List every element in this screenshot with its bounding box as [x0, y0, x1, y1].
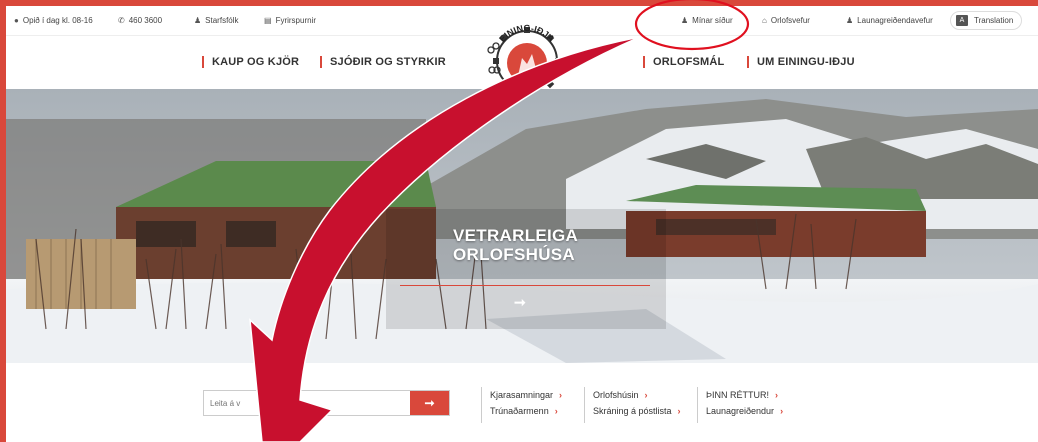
quick-link-thinn-rettur[interactable]: ÞINN RÉTTUR! › [706, 387, 783, 403]
my-pages-text: Mínar síður [692, 16, 733, 25]
my-pages-link[interactable]: ♟ Mínar síður [681, 16, 733, 25]
quick-links-column-1: Kjarasamningar › Trúnaðarmenn › [481, 387, 562, 423]
quick-link-label: Orlofshúsin [593, 390, 639, 400]
quick-links-column-3: ÞINN RÉTTUR! › Launagreiðendur › [697, 387, 783, 423]
phone-link[interactable]: ✆ 460 3600 [118, 16, 162, 25]
translation-text: Translation [974, 16, 1014, 25]
translation-button[interactable]: A Translation [950, 11, 1022, 30]
quick-link-label: ÞINN RÉTTUR! [706, 390, 769, 400]
inquiries-text: Fyrirspurnir [275, 16, 317, 25]
employer-web-text: Launagreiðendavefur [857, 16, 933, 25]
employer-web-link[interactable]: ♟ Launagreiðendavefur [846, 16, 933, 25]
quick-link-launagreidendur[interactable]: Launagreiðendur › [706, 403, 783, 419]
hero-title-line-2: ORLOFSHÚSA [453, 245, 575, 264]
hero-arrow-icon[interactable]: ➞ [514, 294, 526, 311]
quick-link-skraning-a-postlista[interactable]: Skráning á póstlista › [593, 403, 681, 419]
chevron-right-icon: › [677, 406, 681, 416]
quick-link-label: Launagreiðendur [706, 406, 775, 416]
holiday-web-link[interactable]: ⌂ Orlofsvefur [762, 16, 810, 25]
form-icon: ▤ [264, 16, 272, 25]
logo-center [507, 43, 547, 83]
quick-link-label: Trúnaðarmenn [490, 406, 549, 416]
quick-links-area: ➞ Kjarasamningar› Trúnaðarmenn› Orlofshú… [6, 363, 1038, 442]
search-button[interactable]: ➞ [410, 391, 449, 415]
hero-title-line-1: VETRARLEIGA [453, 226, 579, 245]
chevron-right-icon: › [644, 390, 648, 400]
staff-text: Starfsfólk [205, 16, 239, 25]
nav-item-orlofsmal[interactable]: ORLOFSMÁL [643, 56, 724, 68]
quick-link-kjarasamningar[interactable]: Kjarasamningar › [490, 387, 562, 403]
chevron-right-icon: › [775, 390, 778, 400]
chevron-right-icon: › [559, 390, 563, 400]
hero-divider [400, 285, 650, 286]
opening-hours-text: Opið í dag kl. 08-16 [22, 16, 93, 25]
quick-link-trunadarmenn[interactable]: Trúnaðarmenn › [490, 403, 562, 419]
quick-links-column-2: Orlofshúsin › Skráning á póstlista › [584, 387, 681, 423]
search-input[interactable] [204, 391, 410, 415]
person-icon: ♟ [194, 16, 202, 25]
nav-item-kaup-og-kjor[interactable]: KAUP OG KJÖR [202, 56, 299, 68]
translate-icon: A [956, 15, 968, 26]
web-page: ● Opið í dag kl. 08-16 ✆ 460 3600 ♟ Star… [6, 6, 1038, 442]
quick-link-orlofshusin[interactable]: Orlofshúsin › [593, 387, 681, 403]
union-logo[interactable]: EINING-IÐJA [486, 18, 568, 100]
holiday-web-text: Orlofsvefur [770, 16, 810, 25]
users-icon: ♟ [846, 16, 854, 25]
arrow-right-icon: ➞ [424, 396, 435, 410]
home-icon: ⌂ [762, 16, 767, 25]
chevron-right-icon: › [780, 406, 784, 416]
clock-icon: ● [14, 16, 19, 25]
hero-banner[interactable]: VETRARLEIGA ORLOFSHÚSA ➞ [6, 89, 1038, 363]
staff-link[interactable]: ♟ Starfsfólk [194, 16, 239, 25]
screenshot-frame: ● Opið í dag kl. 08-16 ✆ 460 3600 ♟ Star… [0, 0, 1038, 442]
search-box: ➞ [203, 390, 450, 416]
chevron-right-icon: › [554, 406, 558, 416]
user-icon: ♟ [681, 16, 689, 25]
nav-item-sjodir-og-styrkir[interactable]: SJÓÐIR OG STYRKIR [320, 56, 446, 68]
inquiries-link[interactable]: ▤ Fyrirspurnir [264, 16, 316, 25]
hero-title: VETRARLEIGA ORLOFSHÚSA [453, 226, 578, 264]
phone-text: 460 3600 [128, 16, 163, 25]
opening-hours: ● Opið í dag kl. 08-16 [14, 16, 93, 25]
quick-link-label: Kjarasamningar [490, 390, 554, 400]
phone-icon: ✆ [118, 16, 125, 25]
quick-link-label: Skráning á póstlista [593, 406, 672, 416]
nav-item-um-eining-idju[interactable]: UM EININGU-IÐJU [747, 56, 855, 68]
